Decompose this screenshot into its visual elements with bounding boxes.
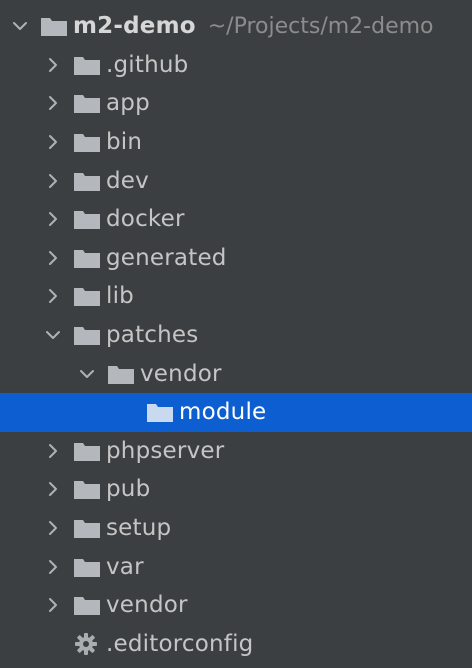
- tree-item-vendor[interactable]: vendor: [0, 586, 472, 625]
- tree-item-label: patches: [106, 322, 199, 349]
- folder-icon: [73, 438, 103, 464]
- tree-item-label: .github: [106, 51, 189, 78]
- folder-icon: [107, 361, 137, 387]
- folder-icon: [73, 129, 103, 155]
- tree-item-label: docker: [106, 206, 185, 233]
- chevron-right-icon[interactable]: [39, 514, 67, 542]
- folder-icon: [73, 206, 103, 232]
- tree-item-setup[interactable]: setup: [0, 509, 472, 548]
- chevron-right-icon[interactable]: [39, 437, 67, 465]
- tree-item-label: var: [106, 553, 144, 580]
- tree-item-generated[interactable]: generated: [0, 239, 472, 278]
- tree-item-label: vendor: [140, 360, 222, 387]
- tree-item-label: setup: [106, 515, 172, 542]
- chevron-right-icon[interactable]: [39, 128, 67, 156]
- folder-icon: [146, 399, 176, 425]
- tree-item-github[interactable]: .github: [0, 46, 472, 85]
- folder-icon: [40, 13, 70, 39]
- tree-item-label: app: [106, 90, 150, 117]
- folder-icon: [73, 592, 103, 618]
- tree-item-app[interactable]: app: [0, 84, 472, 123]
- tree-item-patches-vendor[interactable]: vendor: [0, 354, 472, 393]
- tree-item-var[interactable]: var: [0, 547, 472, 586]
- chevron-down-icon[interactable]: [39, 321, 67, 349]
- folder-icon: [73, 52, 103, 78]
- tree-item-label: lib: [106, 283, 134, 310]
- tree-item-label: pub: [106, 476, 151, 503]
- folder-icon: [73, 554, 103, 580]
- project-tree: m2-demo ~/Projects/m2-demo .github app b…: [0, 0, 472, 668]
- tree-item-bin[interactable]: bin: [0, 123, 472, 162]
- tree-item-label: dev: [106, 167, 149, 194]
- tree-item-lib[interactable]: lib: [0, 277, 472, 316]
- folder-icon: [73, 322, 103, 348]
- gear-icon: [73, 631, 103, 657]
- folder-icon: [73, 168, 103, 194]
- tree-item-label: phpserver: [106, 437, 225, 464]
- chevron-right-icon[interactable]: [39, 205, 67, 233]
- chevron-right-icon[interactable]: [39, 167, 67, 195]
- tree-root-m2-demo[interactable]: m2-demo ~/Projects/m2-demo: [0, 7, 472, 46]
- chevron-right-icon[interactable]: [39, 591, 67, 619]
- tree-root-path: ~/Projects/m2-demo: [207, 13, 434, 39]
- tree-item-label: vendor: [106, 592, 188, 619]
- tree-item-label: bin: [106, 129, 143, 156]
- chevron-right-icon[interactable]: [39, 553, 67, 581]
- chevron-right-icon[interactable]: [39, 244, 67, 272]
- tree-item-patches[interactable]: patches: [0, 316, 472, 355]
- folder-icon: [73, 90, 103, 116]
- chevron-right-icon[interactable]: [39, 89, 67, 117]
- tree-item-pub[interactable]: pub: [0, 470, 472, 509]
- tree-item-dev[interactable]: dev: [0, 161, 472, 200]
- tree-item-phpserver[interactable]: phpserver: [0, 432, 472, 471]
- chevron-right-icon[interactable]: [39, 475, 67, 503]
- chevron-right-icon[interactable]: [39, 282, 67, 310]
- tree-item-label: .editorconfig: [106, 630, 254, 657]
- folder-icon: [73, 283, 103, 309]
- tree-root-label: m2-demo: [73, 13, 196, 40]
- folder-icon: [73, 476, 103, 502]
- tree-item-module[interactable]: module: [0, 392, 472, 432]
- chevron-down-icon[interactable]: [6, 12, 34, 40]
- tree-item-editorconfig[interactable]: .editorconfig: [0, 625, 472, 664]
- folder-icon: [73, 515, 103, 541]
- folder-icon: [73, 245, 103, 271]
- tree-item-docker[interactable]: docker: [0, 200, 472, 239]
- chevron-down-icon[interactable]: [73, 360, 101, 388]
- tree-item-label: generated: [106, 244, 227, 271]
- tree-item-label: module: [179, 399, 267, 426]
- chevron-right-icon[interactable]: [39, 51, 67, 79]
